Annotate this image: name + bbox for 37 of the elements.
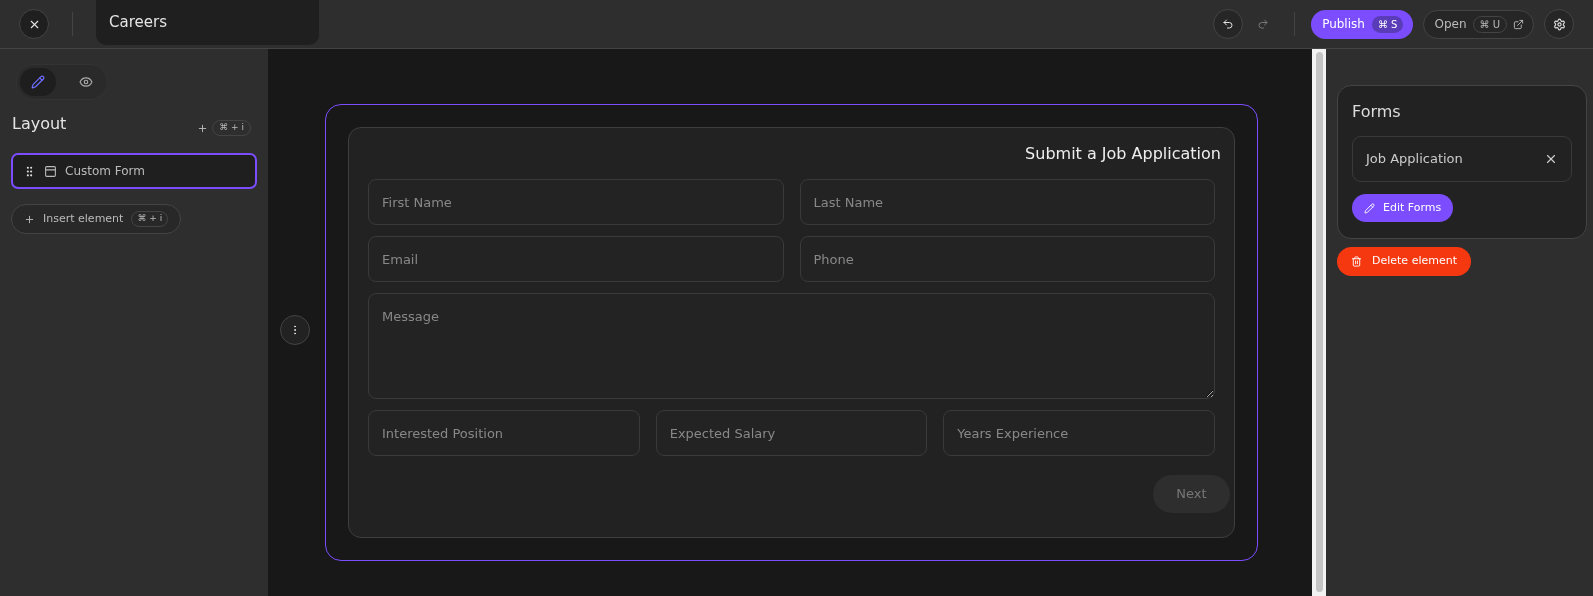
edit-forms-button[interactable]: Edit Forms [1352, 194, 1454, 222]
add-icon[interactable] [197, 122, 209, 134]
input-field[interactable]: Phone [799, 236, 1215, 282]
layer-item[interactable]: Custom Form [11, 153, 257, 189]
redo-icon [1257, 18, 1270, 30]
page-title-field[interactable]: Careers [96, 0, 319, 45]
insert-element-button[interactable]: Insert element ⌘ + i [11, 204, 182, 234]
pencil-icon [1364, 202, 1375, 214]
form-title: Submit a Job Application [1025, 143, 1221, 165]
input-field[interactable]: Expected Salary [655, 410, 928, 456]
message-field[interactable]: Message [368, 293, 1215, 399]
external-link-icon [1513, 18, 1524, 30]
open-button[interactable]: Open ⌘ U [1423, 9, 1534, 39]
edit-tab[interactable] [20, 68, 56, 96]
delete-element-button[interactable]: Delete element [1337, 247, 1471, 276]
input-field[interactable]: Years Experience [943, 410, 1215, 456]
input-field[interactable]: Interested Position [368, 410, 640, 456]
pencil-icon [31, 75, 45, 89]
settings-icon [1552, 17, 1566, 31]
undo-icon [1222, 18, 1235, 30]
form-icon [44, 164, 57, 178]
close-button[interactable] [19, 9, 49, 39]
undo-button[interactable] [1213, 9, 1244, 39]
input-field[interactable]: Email [368, 236, 784, 282]
scrollbar-thumb[interactable] [1315, 52, 1323, 592]
trash-icon [1351, 256, 1362, 267]
shortcut-badge: ⌘ S [1371, 15, 1404, 33]
input-field[interactable]: Last Name [799, 179, 1215, 225]
settings-button[interactable] [1544, 9, 1574, 39]
remove-icon[interactable] [1544, 152, 1558, 166]
layout-heading: Layout [12, 113, 67, 135]
input-field[interactable]: First Name [368, 179, 784, 225]
eye-icon [79, 75, 93, 89]
forms-heading: Forms [1352, 101, 1402, 123]
selected-form-field[interactable]: Job Application [1352, 136, 1572, 182]
publish-button[interactable]: Publish ⌘ S [1311, 9, 1414, 39]
plus-icon [24, 213, 35, 225]
